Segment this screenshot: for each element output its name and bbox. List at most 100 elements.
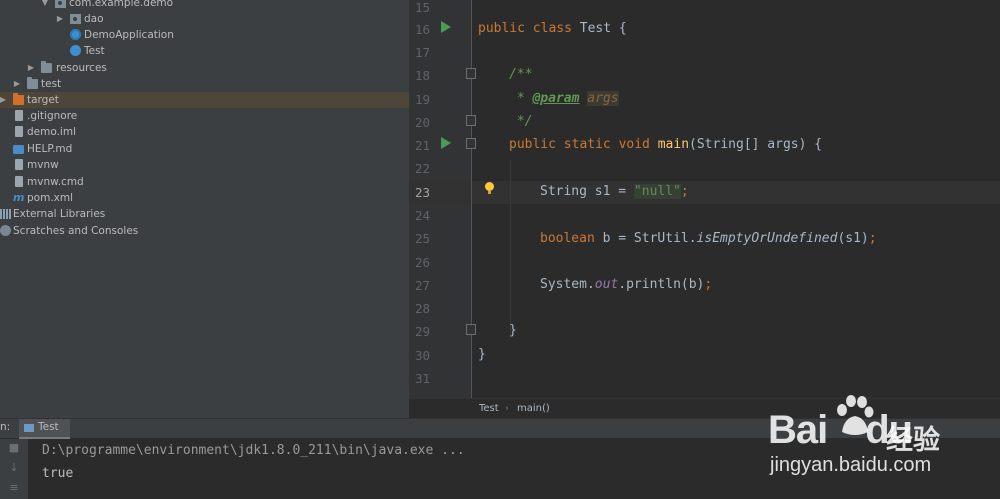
scratch-icon	[0, 225, 11, 236]
run-tab-test[interactable]: Test	[19, 419, 70, 439]
doc-comment: /**	[509, 67, 533, 82]
library-icon	[0, 209, 12, 219]
package-icon	[55, 0, 66, 8]
tree-item-help-md[interactable]: HELP.md	[0, 141, 409, 157]
tree-item-label: target	[27, 94, 59, 106]
line-number: 27	[414, 278, 430, 293]
folder-icon	[27, 77, 38, 89]
tree-item-label: pom.xml	[27, 192, 74, 204]
line-number: 16	[414, 22, 430, 37]
tree-item-scratches[interactable]: Scratches and Consoles	[0, 223, 409, 239]
run-main-icon[interactable]	[441, 137, 451, 149]
code-line-29: }	[509, 323, 517, 338]
keyword: public class	[478, 21, 572, 36]
tree-item-label: HELP.md	[27, 143, 73, 155]
code-line-25: boolean b = StrUtil.isEmptyOrUndefined(s…	[540, 231, 877, 246]
module-file-icon	[15, 126, 23, 137]
tree-item-mvnw-cmd[interactable]: mvnw.cmd	[0, 174, 409, 190]
wrap-icon[interactable]: ≡	[8, 482, 20, 494]
line-number: 25	[414, 231, 430, 246]
tree-item-pom-xml[interactable]: m pom.xml	[0, 190, 409, 206]
folder-icon	[41, 61, 52, 73]
code-line-27: System.out.println(b);	[540, 277, 712, 292]
tree-item-gitignore[interactable]: .gitignore	[0, 108, 409, 124]
breadcrumb-class[interactable]: Test	[479, 399, 499, 419]
line-number: 21	[414, 138, 430, 153]
fold-icon[interactable]	[466, 324, 476, 335]
project-tree: ▼ com.example.demo ▶ dao DemoApplication…	[0, 0, 409, 418]
chevron-right-icon[interactable]: ▶	[12, 76, 22, 92]
line-number: 26	[414, 255, 430, 270]
current-line-highlight	[409, 181, 1000, 204]
stop-icon[interactable]: ■	[8, 442, 20, 454]
code-line-19: * @param args	[509, 91, 619, 106]
tree-item-target[interactable]: ▶ target	[0, 92, 409, 108]
fold-icon[interactable]	[466, 68, 476, 79]
watermark-cn-text: 经验	[886, 425, 940, 456]
static-method-call: isEmptyOrUndefined	[696, 231, 838, 246]
code-text: System.	[540, 277, 595, 292]
doc-param: args	[587, 91, 619, 106]
line-number: 15	[414, 0, 430, 15]
code-text: Test {	[571, 21, 627, 36]
spring-class-icon	[70, 29, 81, 40]
line-number: 18	[414, 68, 430, 83]
tree-item-label: com.example.demo	[69, 0, 174, 9]
line-number: 24	[414, 208, 430, 223]
tree-item-external-libraries[interactable]: External Libraries	[0, 206, 409, 222]
chevron-right-icon[interactable]: ▶	[26, 60, 36, 76]
lightbulb-icon[interactable]	[485, 182, 494, 194]
tree-item-dao[interactable]: ▶ dao	[0, 11, 409, 27]
tree-item-label: demo.iml	[27, 126, 76, 138]
console-command-line: D:\programme\environment\jdk1.8.0_211\bi…	[42, 443, 465, 458]
line-number-current: 23	[414, 185, 430, 200]
code-text: b = StrUtil.	[594, 231, 697, 246]
tree-item-resources[interactable]: ▶ resources	[0, 60, 409, 76]
chevron-right-icon[interactable]: ▶	[0, 92, 8, 108]
fold-icon[interactable]	[466, 138, 476, 149]
code-text: .println(b)	[618, 277, 705, 292]
class-icon	[70, 45, 81, 56]
watermark-url: jingyan.baidu.com	[770, 454, 932, 476]
code-line-30: }	[478, 347, 486, 362]
fold-icon[interactable]	[466, 115, 476, 126]
chevron-right-icon[interactable]: ▶	[55, 11, 65, 27]
static-field: out	[594, 277, 619, 292]
keyword: boolean	[540, 231, 595, 246]
doc-tag: @param	[532, 91, 580, 106]
run-class-icon[interactable]	[441, 21, 451, 33]
tree-item-label: DemoApplication	[84, 29, 174, 41]
tree-item-mvnw[interactable]: mvnw	[0, 157, 409, 173]
maven-icon: m	[13, 191, 25, 204]
line-number: 28	[414, 301, 430, 316]
code-line-21: public static void main(String[] args) {	[509, 137, 822, 152]
keyword: public static void	[509, 137, 650, 152]
tree-item-demoapplication[interactable]: DemoApplication	[0, 27, 409, 43]
semicolon: ;	[868, 231, 877, 246]
method-name: main	[657, 137, 690, 152]
tree-item-label: resources	[56, 62, 107, 74]
scroll-down-icon[interactable]: ↓	[8, 462, 20, 474]
semicolon: ;	[704, 277, 713, 292]
code-text: String s1 =	[540, 184, 634, 199]
doc-comment: */	[509, 114, 533, 129]
string-literal: "null"	[633, 184, 681, 199]
breadcrumb-method[interactable]: main()	[517, 399, 550, 419]
tree-item-label: mvnw.cmd	[27, 176, 84, 188]
indent-guide	[510, 160, 511, 336]
console-output-line: true	[42, 466, 74, 481]
tree-item-label: .gitignore	[27, 110, 78, 122]
tree-item-test-class[interactable]: Test	[0, 43, 409, 59]
tree-item-package-demo[interactable]: ▼ com.example.demo	[0, 0, 409, 11]
markdown-icon	[13, 145, 24, 154]
code-line-18: /**	[509, 67, 532, 82]
code-text: }	[478, 347, 486, 362]
file-icon	[15, 176, 23, 187]
run-tab-label: Test	[38, 421, 59, 433]
line-number: 22	[414, 161, 430, 176]
chevron-down-icon[interactable]: ▼	[40, 0, 50, 11]
code-line-23: String s1 = "null";	[540, 184, 689, 199]
tree-item-demo-iml[interactable]: demo.iml	[0, 124, 409, 140]
tree-item-test-folder[interactable]: ▶ test	[0, 76, 409, 92]
